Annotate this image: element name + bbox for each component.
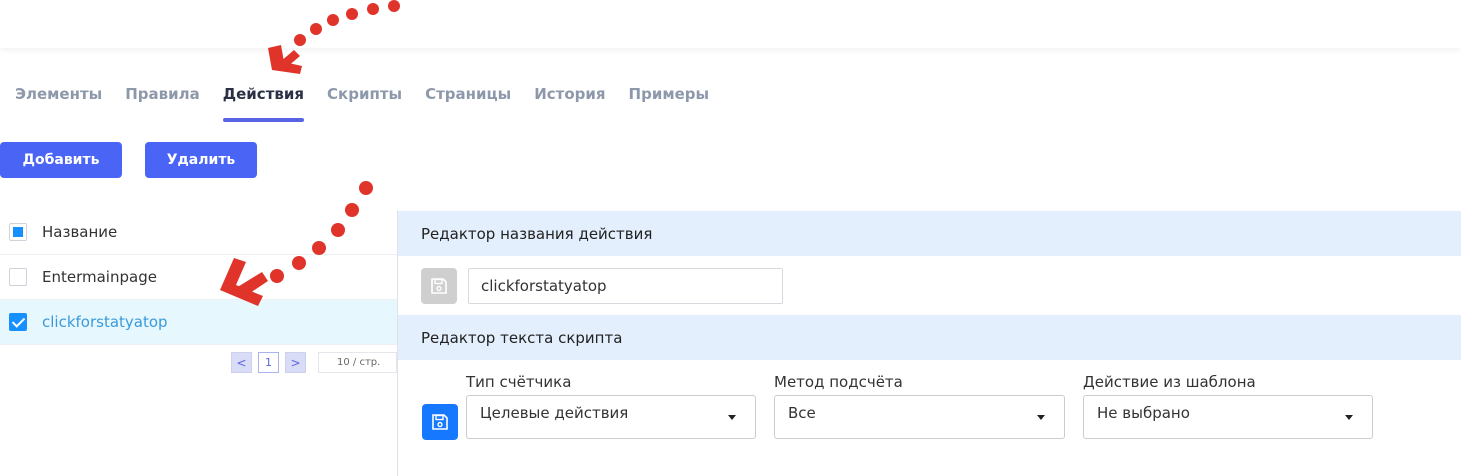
tab-pointer-arrow-icon <box>268 0 400 74</box>
annotation-arrows <box>220 0 400 306</box>
row-pointer-arrow-icon <box>220 181 373 306</box>
